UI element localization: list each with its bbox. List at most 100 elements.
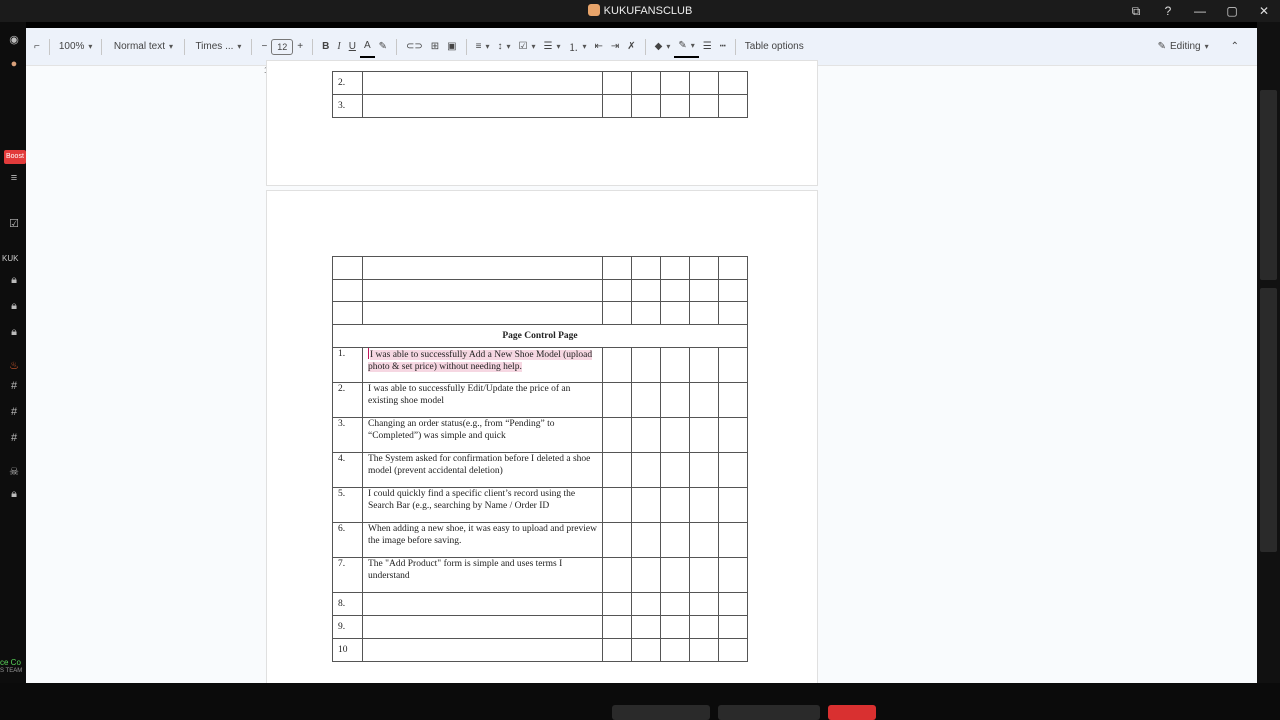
table-cell[interactable] [689, 416, 719, 453]
row-number[interactable]: 5. [332, 486, 363, 523]
statement-cell[interactable]: The System asked for confirmation before… [362, 451, 603, 488]
table-cell[interactable] [660, 614, 690, 639]
statement-cell[interactable]: Changing an order status(e.g., from “Pen… [362, 416, 603, 453]
table-cell[interactable] [602, 381, 632, 418]
lock-icon[interactable]: 🔒︎ [8, 326, 20, 338]
table-cell[interactable] [631, 591, 661, 616]
increase-font-size-button[interactable]: + [293, 36, 307, 58]
table-row[interactable]: 9. [332, 614, 748, 639]
line-spacing-icon[interactable]: ↕ [493, 36, 514, 58]
table-cell[interactable] [362, 637, 603, 662]
table-row[interactable]: 1. I was able to successfully Add a New S… [332, 346, 748, 383]
bold-icon[interactable]: B [318, 36, 333, 58]
list-icon[interactable]: ≡ [8, 172, 20, 184]
table-row[interactable]: 4. The System asked for confirmation befo… [332, 451, 748, 488]
table-cell[interactable] [660, 381, 690, 418]
table-cell[interactable] [718, 381, 748, 418]
table-cell[interactable] [602, 451, 632, 488]
table-cell[interactable] [660, 256, 690, 280]
align-icon[interactable]: ≡ [472, 36, 494, 58]
table-cell[interactable] [660, 71, 690, 95]
highlight-icon[interactable]: ✎ [375, 36, 391, 58]
document-canvas[interactable]: 2. 3. Page Control Page 1. I was able to … [26, 60, 1257, 683]
fire-icon[interactable]: ♨ [8, 360, 20, 372]
table-cell[interactable] [631, 71, 661, 95]
minimize-button[interactable]: — [1184, 0, 1216, 22]
increase-indent-icon[interactable]: ⇥ [607, 36, 623, 58]
underline-icon[interactable]: U [345, 36, 360, 58]
table-cell[interactable] [602, 614, 632, 639]
table-cell[interactable] [689, 451, 719, 488]
taskbar-app[interactable] [718, 705, 820, 720]
table-cell[interactable] [718, 301, 748, 325]
skull-icon[interactable]: ☠ [8, 466, 20, 478]
table-cell[interactable] [660, 521, 690, 558]
table-cell[interactable] [602, 256, 632, 280]
document-page[interactable]: Page Control Page 1. I was able to succes… [266, 190, 818, 683]
border-color-icon[interactable]: ✎ [674, 36, 699, 58]
table-options-button[interactable]: Table options [741, 36, 808, 58]
table-cell[interactable] [602, 486, 632, 523]
table-cell[interactable] [602, 416, 632, 453]
table-row[interactable] [332, 301, 748, 325]
table-cell[interactable] [631, 486, 661, 523]
table-cell[interactable] [660, 556, 690, 593]
table-cell[interactable] [602, 521, 632, 558]
table-cell[interactable] [689, 614, 719, 639]
row-number[interactable]: 3. [332, 94, 363, 118]
table-cell[interactable] [362, 256, 603, 280]
table-cell[interactable] [718, 521, 748, 558]
table-header-row[interactable]: Page Control Page [332, 323, 748, 348]
cell-fill-color-icon[interactable]: ◆ [651, 36, 675, 58]
table-cell[interactable] [660, 278, 690, 302]
survey-table[interactable]: Page Control Page 1. I was able to succes… [332, 256, 748, 662]
channel-hash-icon[interactable]: # [8, 406, 20, 418]
table-cell[interactable] [631, 301, 661, 325]
survey-table[interactable]: 2. 3. [332, 71, 748, 118]
table-row[interactable]: 3. Changing an order status(e.g., from “P… [332, 416, 748, 453]
table-cell[interactable] [718, 346, 748, 383]
avatar[interactable]: ● [8, 58, 20, 70]
table-cell[interactable] [718, 614, 748, 639]
insert-image-icon[interactable]: ▣ [443, 36, 460, 58]
table-cell[interactable] [602, 301, 632, 325]
table-cell[interactable] [362, 94, 603, 118]
table-cell[interactable] [718, 416, 748, 453]
table-cell[interactable] [689, 591, 719, 616]
table-cell[interactable] [362, 301, 603, 325]
table-cell[interactable] [631, 278, 661, 302]
link-icon[interactable]: ⊂⊃ [402, 36, 427, 58]
table-cell[interactable] [602, 346, 632, 383]
table-cell[interactable] [631, 614, 661, 639]
editing-mode-select[interactable]: ✎ Editing [1148, 41, 1227, 52]
screen-share-icon[interactable]: ⧉ [1120, 0, 1152, 22]
row-number[interactable]: 4. [332, 451, 363, 488]
table-cell[interactable] [689, 256, 719, 280]
table-cell[interactable] [631, 451, 661, 488]
table-cell[interactable] [631, 346, 661, 383]
table-cell[interactable] [631, 637, 661, 662]
table-cell[interactable] [718, 278, 748, 302]
table-row[interactable]: 3. [332, 94, 748, 118]
table-cell[interactable] [602, 556, 632, 593]
add-comment-icon[interactable]: ⊞ [427, 36, 443, 58]
table-cell[interactable] [660, 637, 690, 662]
table-cell[interactable] [660, 416, 690, 453]
table-row[interactable]: 6. When adding a new shoe, it was easy to… [332, 521, 748, 558]
table-row[interactable]: 2. [332, 71, 748, 95]
font-size-input[interactable]: 12 [271, 38, 294, 55]
row-number[interactable]: 6. [332, 521, 363, 558]
bulleted-list-icon[interactable]: ☰ [539, 36, 564, 58]
table-cell[interactable] [660, 301, 690, 325]
row-number[interactable] [332, 278, 363, 302]
table-row[interactable]: 8. [332, 591, 748, 616]
end-call-button[interactable] [828, 705, 876, 720]
font-select[interactable]: Times ... [190, 36, 246, 58]
paint-format-icon[interactable]: ⌐ [30, 36, 44, 58]
table-cell[interactable] [718, 256, 748, 280]
table-cell[interactable] [602, 637, 632, 662]
table-cell[interactable] [362, 614, 603, 639]
table-cell[interactable] [602, 278, 632, 302]
collapse-menu-icon[interactable]: ⌃ [1227, 36, 1243, 58]
zoom-select[interactable]: 100% [55, 36, 97, 58]
